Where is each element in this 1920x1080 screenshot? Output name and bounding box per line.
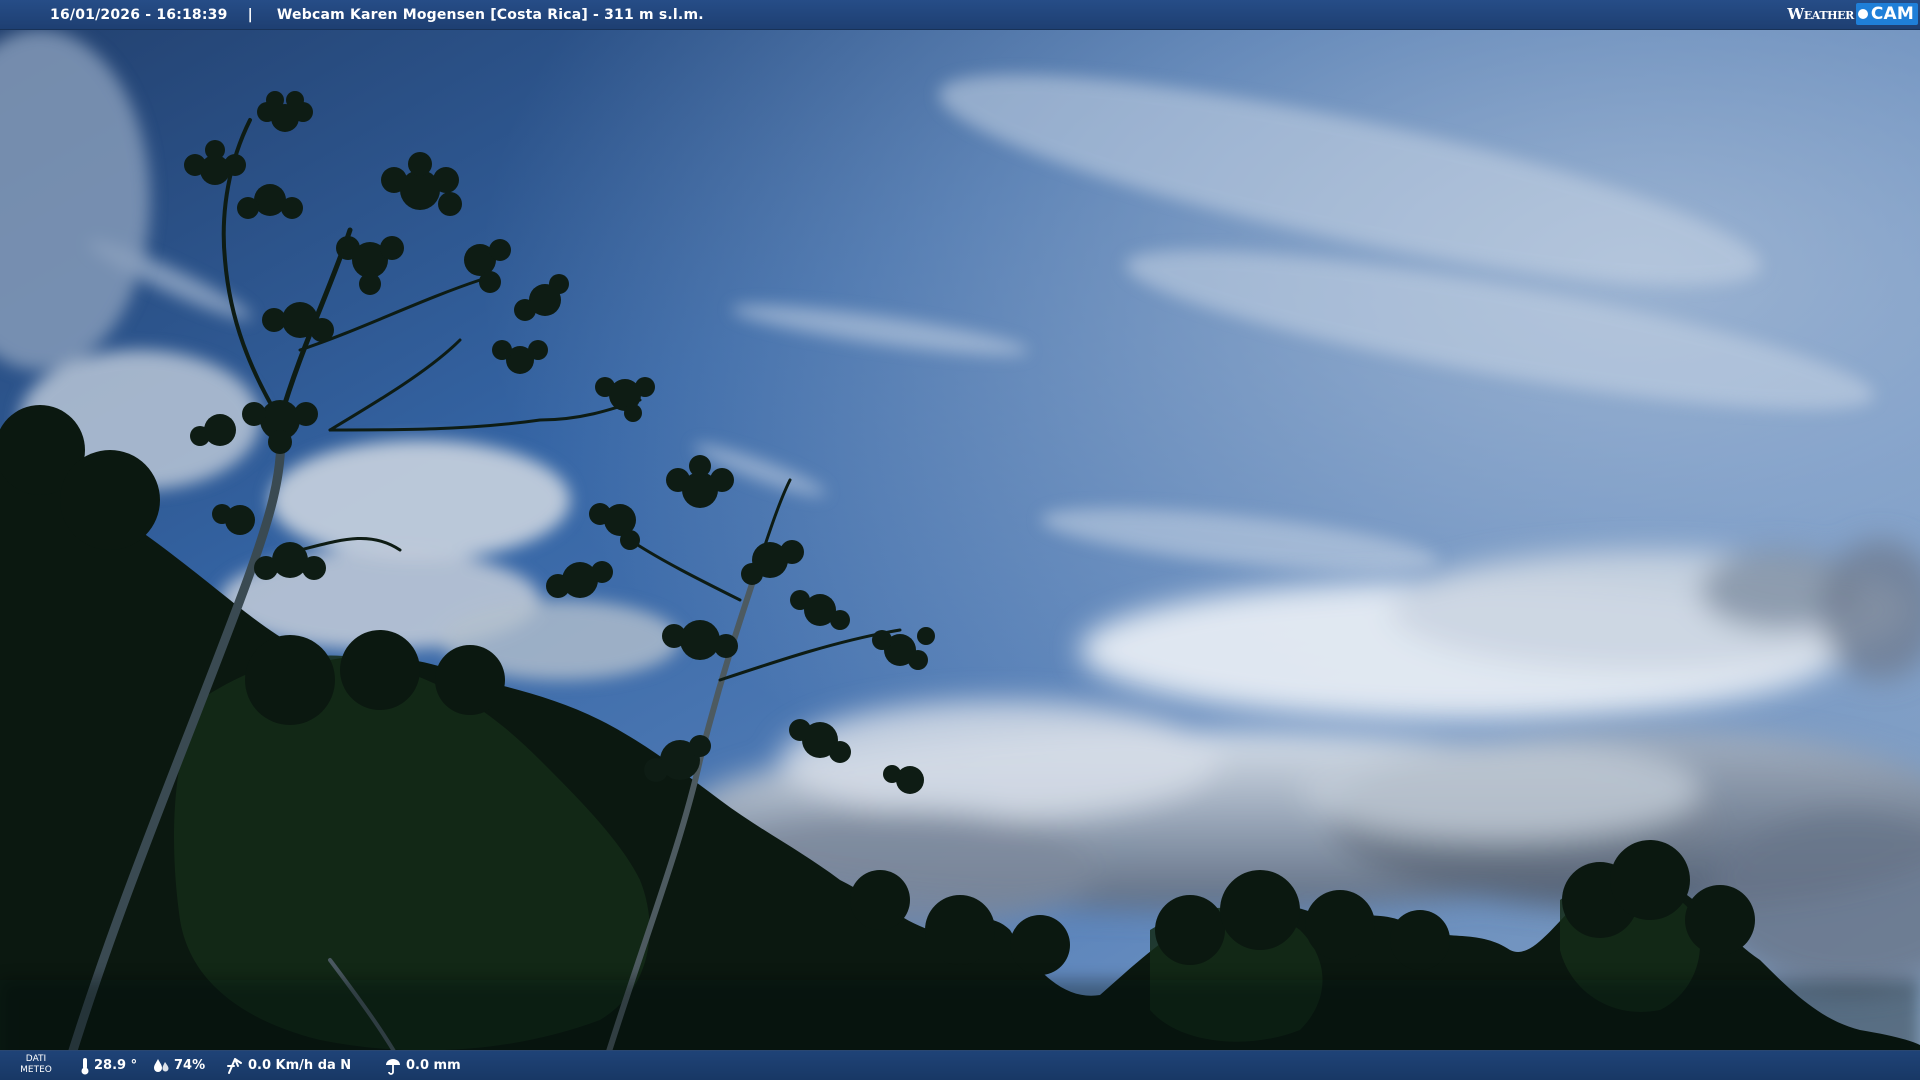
top-info-bar: 16/01/2026 - 16:18:39 | Webcam Karen Mog…: [0, 0, 1920, 30]
wind-icon: [227, 1057, 242, 1074]
logo-cam-box: CAM: [1855, 3, 1918, 25]
wind-value: 0.0 Km/h da N: [248, 1058, 352, 1073]
humidity-icon: [154, 1058, 169, 1072]
logo-dot-icon: [1857, 9, 1868, 19]
logo-weather-text: Weather: [1787, 5, 1854, 23]
rain-icon: [386, 1058, 400, 1075]
temperature-value: 28.9 °: [94, 1058, 138, 1073]
webcam-image: [0, 0, 1920, 1080]
thermometer-icon: [81, 1057, 89, 1074]
humidity-value: 74%: [174, 1058, 206, 1073]
weather-data-bar: DATI METEO 28.9 ° 74% 0.0 Km/h da N 0.0 …: [0, 1050, 1920, 1080]
rain-reading: 0.0 mm: [384, 1051, 461, 1080]
meteo-label-line1: DATI: [25, 1054, 47, 1064]
separator: |: [247, 6, 253, 23]
temperature-reading: 28.9 °: [80, 1051, 137, 1080]
humidity-reading: 74%: [152, 1051, 205, 1080]
timestamp: 16/01/2026 - 16:18:39: [50, 6, 228, 23]
weathercam-logo[interactable]: Weather CAM: [1787, 2, 1918, 26]
rain-value: 0.0 mm: [406, 1058, 461, 1073]
meteo-data-label: DATI METEO: [20, 1054, 52, 1076]
location-title: Webcam Karen Mogensen [Costa Rica] - 311…: [276, 6, 704, 23]
logo-cam-text: CAM: [1870, 4, 1914, 24]
wind-reading: 0.0 Km/h da N: [226, 1051, 351, 1080]
meteo-label-line2: METEO: [20, 1065, 52, 1075]
